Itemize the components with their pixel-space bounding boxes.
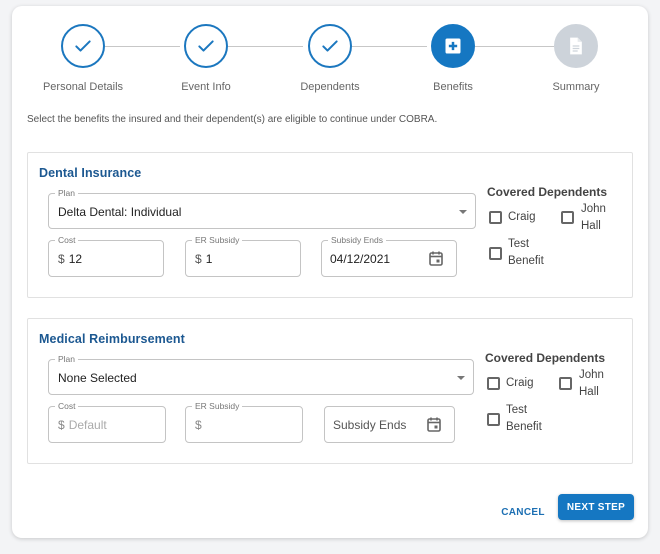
check-icon (61, 24, 105, 68)
cancel-button[interactable]: CANCEL (492, 500, 554, 524)
plan-select[interactable]: Plan Delta Dental: Individual (48, 188, 476, 229)
dependent-label: John Hall (581, 203, 606, 232)
step-label: Personal Details (42, 81, 124, 93)
dependent-label: Craig (508, 211, 536, 223)
cost-input[interactable]: Cost $12 (48, 235, 164, 277)
dependent-label: Test Benefit (506, 404, 542, 433)
benefit-section-medical: Medical Reimbursement Plan None Selected… (27, 318, 633, 464)
er-subsidy-input[interactable]: ER Subsidy $ (185, 401, 303, 443)
dependent-checkbox-john-hall[interactable] (559, 377, 572, 390)
intro-text: Select the benefits the insured and thei… (27, 114, 438, 125)
cobra-benefits-card: Personal Details Event Info Dependents B… (12, 6, 648, 538)
plan-select[interactable]: Plan None Selected (48, 354, 474, 395)
step-label: Dependents (300, 81, 360, 93)
dependent-checkbox-craig[interactable] (487, 377, 500, 390)
medical-plus-icon (431, 24, 475, 68)
step-label: Summary (552, 81, 600, 93)
section-title: Medical Reimbursement (39, 332, 185, 346)
check-icon (308, 24, 352, 68)
covered-dependents-title: Covered Dependents (485, 351, 606, 365)
step-dependents[interactable]: Dependents (275, 24, 385, 93)
benefit-section-dental: Dental Insurance Plan Delta Dental: Indi… (27, 152, 633, 298)
subsidy-ends-date-input[interactable]: Subsidy Ends (324, 406, 455, 443)
dropdown-arrow-icon (459, 210, 467, 214)
step-event-info[interactable]: Event Info (151, 24, 261, 93)
step-label: Benefits (433, 81, 473, 93)
step-summary[interactable]: Summary (521, 24, 631, 93)
step-personal-details[interactable]: Personal Details (28, 24, 138, 93)
step-benefits[interactable]: Benefits (398, 24, 508, 93)
dependent-checkbox-craig[interactable] (489, 211, 502, 224)
step-label: Event Info (181, 81, 231, 93)
calendar-icon[interactable] (429, 251, 443, 271)
dependent-checkbox-john-hall[interactable] (561, 211, 574, 224)
section-title: Dental Insurance (39, 166, 142, 180)
er-subsidy-input[interactable]: ER Subsidy $1 (185, 235, 301, 277)
dependent-label: John Hall (579, 369, 604, 398)
dropdown-arrow-icon (457, 376, 465, 380)
dependent-label: Craig (506, 377, 534, 389)
covered-dependents-title: Covered Dependents (487, 185, 608, 199)
check-icon (184, 24, 228, 68)
cost-input[interactable]: Cost $ Default (48, 401, 166, 443)
dependent-label: Test Benefit (508, 238, 544, 267)
dependent-checkbox-test-benefit[interactable] (487, 413, 500, 426)
dependent-checkbox-test-benefit[interactable] (489, 247, 502, 260)
next-step-button[interactable]: NEXT STEP (558, 494, 634, 520)
calendar-icon[interactable] (427, 417, 441, 437)
document-icon (554, 24, 598, 68)
subsidy-ends-date-input[interactable]: Subsidy Ends 04/12/2021 (321, 235, 457, 277)
